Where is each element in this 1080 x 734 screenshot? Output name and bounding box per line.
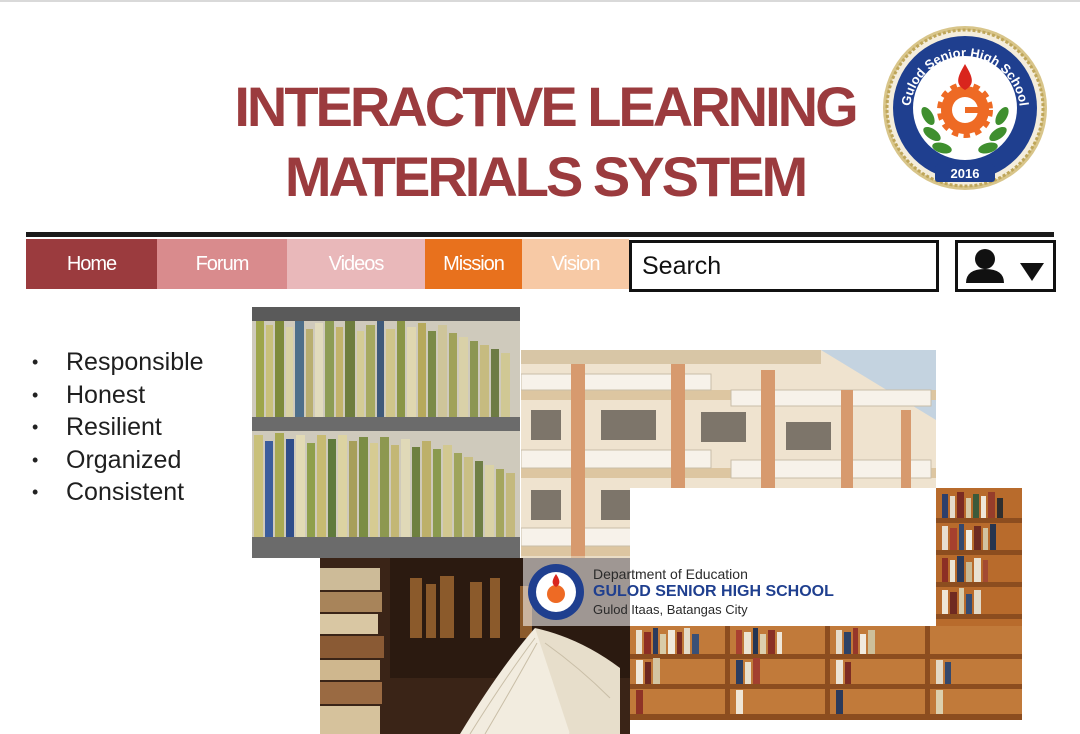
library-shelves-photo xyxy=(252,307,520,558)
seal-year: 2016 xyxy=(951,166,980,181)
core-values-list: Responsible Honest Resilient Organized C… xyxy=(30,346,204,509)
nav-videos[interactable]: Videos xyxy=(287,239,425,289)
nav-home[interactable]: Home xyxy=(26,239,157,289)
page-title-line-1: INTERACTIVE LEARNING xyxy=(234,75,858,138)
page-title: INTERACTIVE LEARNING MATERIALS SYSTEM xyxy=(200,72,890,212)
list-item: Responsible xyxy=(30,346,204,379)
page-title-line-2: MATERIALS SYSTEM xyxy=(284,145,808,208)
banner-address: Gulod Itaas, Batangas City xyxy=(593,602,748,617)
banner-dept: Department of Education xyxy=(593,566,748,582)
list-item: Consistent xyxy=(30,476,204,509)
nav-mission[interactable]: Mission xyxy=(425,239,522,289)
nav-forum[interactable]: Forum xyxy=(157,239,287,289)
main-nav: Home Forum Videos Mission Vision xyxy=(26,239,629,289)
school-seal-logo: Gulod Senior High School 2016 xyxy=(880,24,1050,192)
top-divider xyxy=(0,0,1080,2)
caret-down-icon xyxy=(1020,263,1044,281)
deped-seal-icon xyxy=(528,564,584,620)
account-menu-button[interactable] xyxy=(955,240,1056,292)
list-item: Organized xyxy=(30,444,204,477)
banner-school-name: GULOD SENIOR HIGH SCHOOL xyxy=(593,583,834,600)
nav-vision[interactable]: Vision xyxy=(522,239,629,289)
search-placeholder: Search xyxy=(642,251,722,280)
user-icon xyxy=(966,249,1004,283)
list-item: Resilient xyxy=(30,411,204,444)
header-divider xyxy=(26,232,1054,237)
school-banner: Department of Education GULOD SENIOR HIG… xyxy=(523,558,869,626)
search-input[interactable]: Search xyxy=(629,240,939,292)
list-item: Honest xyxy=(30,379,204,412)
